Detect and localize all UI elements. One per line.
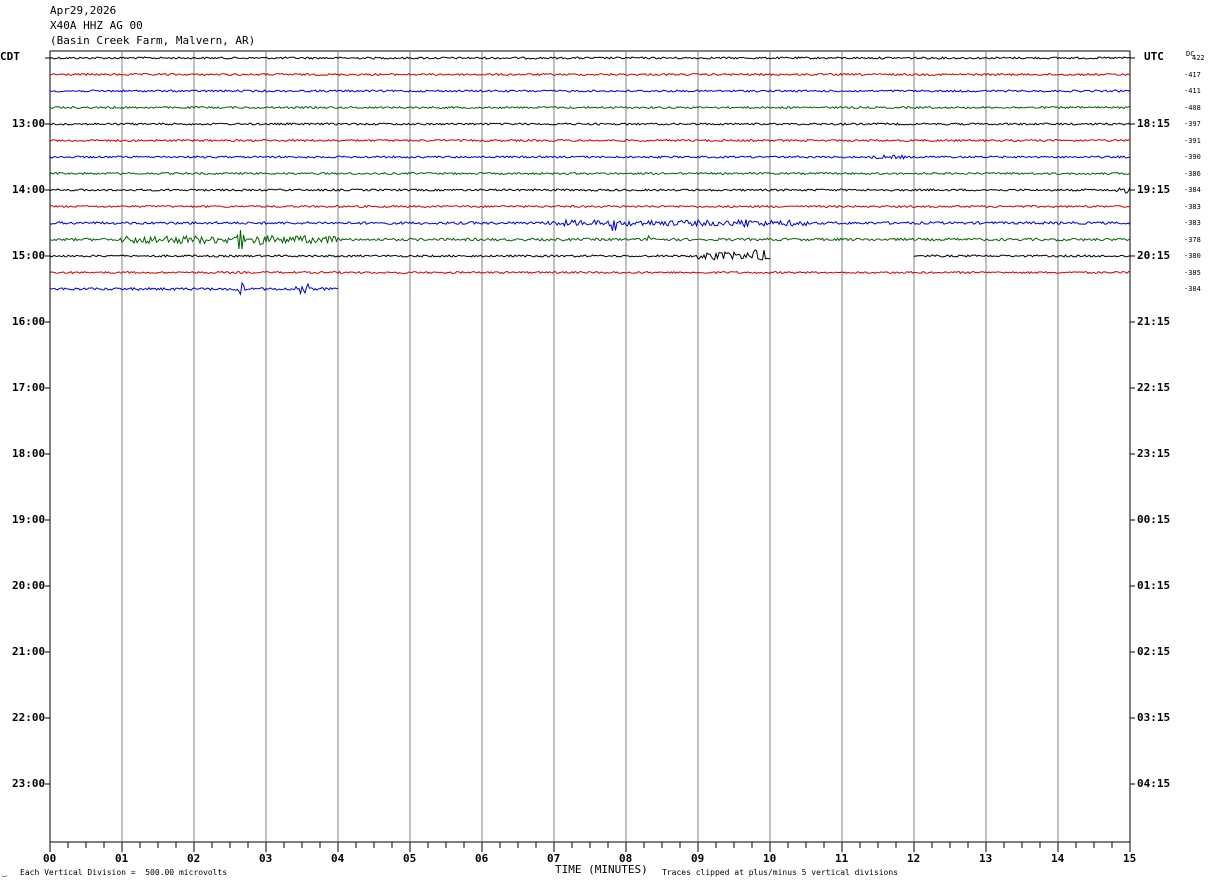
trace-line [49,72,1131,77]
trace-line [49,89,1131,93]
trace-line [49,187,1131,194]
trace-line [49,138,1131,143]
x-axis-title: TIME (MINUTES) [555,863,648,876]
trace-line [49,154,1131,160]
trace-line [49,171,1131,176]
helicorder-plot [45,50,1135,852]
clip-note: Traces clipped at plus/minus 5 vertical … [662,868,899,877]
trace-line [49,105,1131,110]
trace-line [49,56,1131,60]
trace-line [49,204,1131,209]
plot-frame [49,50,1131,843]
trace-line [49,229,1131,250]
trace-line [49,270,1131,275]
trace-line [49,218,1131,231]
trace-line [49,122,1131,126]
scale-note: Each Vertical Division = 500.00 microvol… [20,868,228,877]
trace-line [913,254,1131,258]
